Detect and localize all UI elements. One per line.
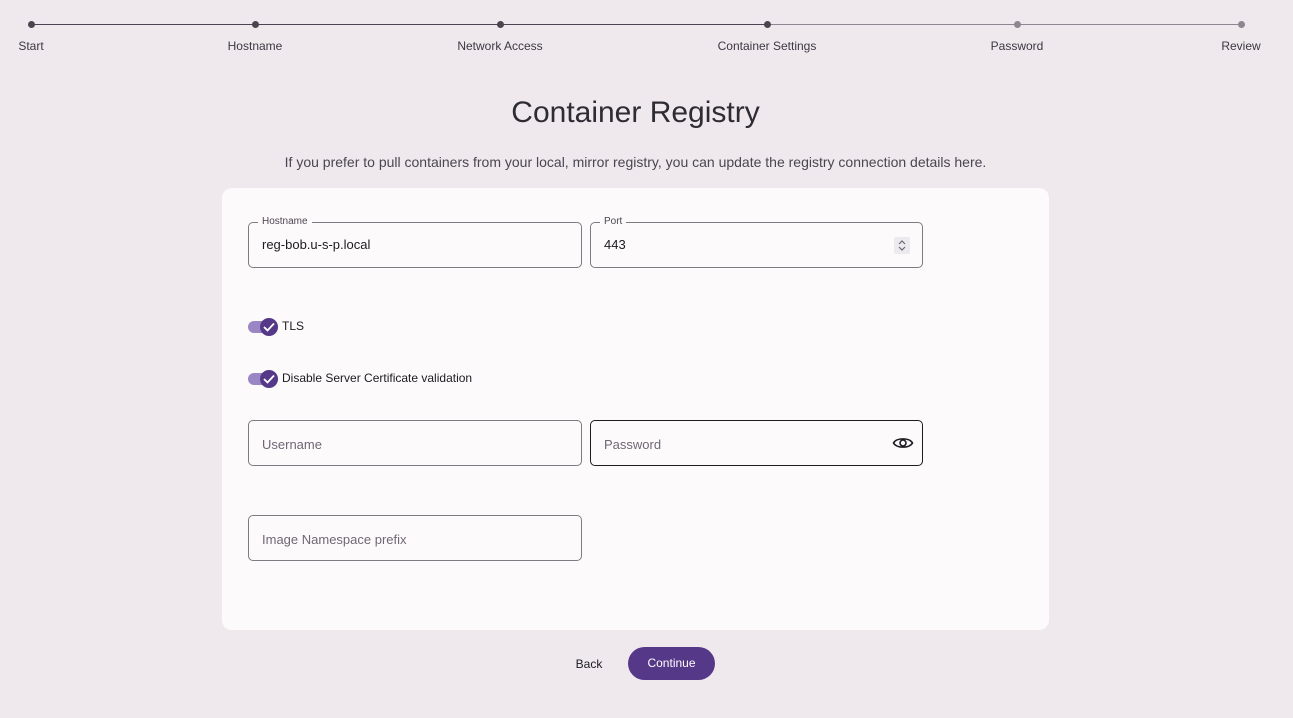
check-icon xyxy=(263,322,275,332)
password-field[interactable]: Password xyxy=(590,420,923,466)
step-dot xyxy=(252,21,259,28)
spinner-arrows-icon[interactable] xyxy=(894,237,910,254)
username-placeholder: Username xyxy=(262,437,322,452)
hostname-field[interactable]: Hostname reg-bob.u-s-p.local xyxy=(248,216,582,268)
hostname-label: Hostname xyxy=(258,216,312,228)
step-label: Password xyxy=(990,39,1044,53)
stepper-line-completed xyxy=(31,24,767,25)
progress-stepper: Start Hostname Network Access Container … xyxy=(0,0,1293,60)
check-icon xyxy=(263,374,275,384)
namespace-prefix-placeholder: Image Namespace prefix xyxy=(262,532,407,547)
step-dot xyxy=(1238,21,1245,28)
password-placeholder: Password xyxy=(604,437,662,452)
tls-toggle-row[interactable]: TLS xyxy=(248,318,368,338)
toggle-thumb xyxy=(260,318,278,336)
port-value: 443 xyxy=(604,237,626,252)
step-label: Hostname xyxy=(227,39,283,53)
page-description: If you prefer to pull containers from yo… xyxy=(284,154,987,170)
step-label: Container Settings xyxy=(717,39,817,53)
tls-label: TLS xyxy=(282,319,305,333)
continue-button[interactable]: Continue xyxy=(628,647,715,680)
step-label: Network Access xyxy=(457,39,543,53)
toggle-thumb xyxy=(260,370,278,388)
eye-icon[interactable] xyxy=(892,434,914,452)
back-button[interactable]: Back xyxy=(566,648,612,680)
step-dot xyxy=(764,21,771,28)
step-dot xyxy=(1014,21,1021,28)
tls-toggle[interactable] xyxy=(248,318,278,336)
stepper-line-remaining xyxy=(767,24,1241,25)
page-title: Container Registry xyxy=(511,96,760,129)
username-field[interactable]: Username xyxy=(248,420,582,466)
step-dot xyxy=(497,21,504,28)
step-label: Review xyxy=(1221,39,1261,53)
step-dot xyxy=(28,21,35,28)
step-label: Start xyxy=(18,39,44,53)
port-label: Port xyxy=(600,216,627,228)
disable-cert-validation-toggle-row[interactable]: Disable Server Certificate validation xyxy=(248,370,508,390)
hostname-value: reg-bob.u-s-p.local xyxy=(262,237,371,252)
disable-cert-validation-label: Disable Server Certificate validation xyxy=(282,371,473,385)
port-field[interactable]: Port 443 xyxy=(590,216,923,268)
namespace-prefix-field[interactable]: Image Namespace prefix xyxy=(248,515,582,561)
disable-cert-validation-toggle[interactable] xyxy=(248,370,278,388)
